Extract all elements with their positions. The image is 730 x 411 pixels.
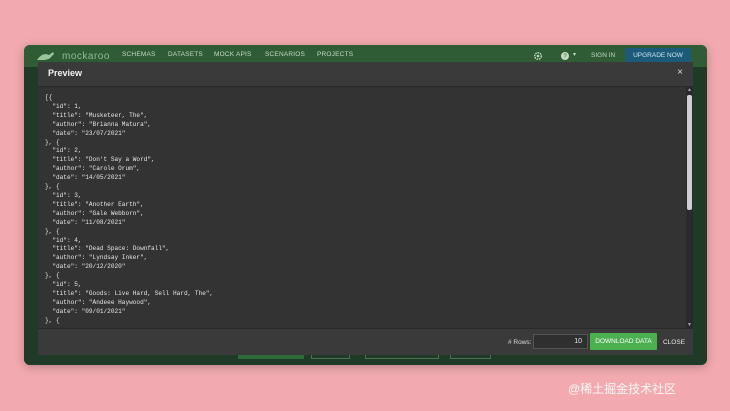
nav-mock-apis[interactable]: MOCK APIS bbox=[214, 51, 252, 58]
watermark: @稀土掘金技术社区 bbox=[568, 380, 676, 397]
help-icon[interactable]: ? bbox=[560, 51, 570, 61]
nav-scenarios[interactable]: SCENARIOS bbox=[265, 51, 305, 58]
nav-schemas[interactable]: SCHEMAS bbox=[122, 51, 156, 58]
json-preview[interactable]: [{ "id": 1, "title": "Musketeer, The", "… bbox=[38, 87, 686, 328]
gear-icon[interactable] bbox=[533, 51, 543, 61]
json-code: [{ "id": 1, "title": "Musketeer, The", "… bbox=[45, 94, 214, 324]
nav-projects[interactable]: PROJECTS bbox=[317, 51, 353, 58]
modal-footer: # Rows: DOWNLOAD DATA CLOSE bbox=[38, 328, 693, 355]
modal-title: Preview bbox=[48, 68, 83, 78]
close-icon[interactable]: × bbox=[674, 66, 686, 78]
close-button[interactable]: CLOSE bbox=[663, 339, 685, 346]
rows-label: # Rows: bbox=[508, 339, 532, 346]
nav-datasets[interactable]: DATASETS bbox=[168, 51, 203, 58]
kangaroo-logo-icon bbox=[37, 52, 54, 60]
chevron-down-icon[interactable]: ▾ bbox=[573, 51, 576, 58]
scroll-up-icon[interactable]: ▲ bbox=[686, 87, 693, 93]
modal-header: Preview × bbox=[38, 62, 693, 87]
scroll-thumb[interactable] bbox=[687, 95, 692, 210]
logo-text: mockaroo bbox=[62, 50, 110, 62]
watermark-text: @稀土掘金技术社区 bbox=[568, 382, 677, 396]
rows-input[interactable] bbox=[533, 334, 588, 349]
sign-in-link[interactable]: SIGN IN bbox=[591, 52, 615, 59]
scrollbar[interactable]: ▲ ▼ bbox=[686, 87, 693, 328]
preview-modal: Preview × [{ "id": 1, "title": "Musketee… bbox=[38, 62, 693, 355]
upgrade-button[interactable]: UPGRADE NOW bbox=[625, 48, 691, 63]
download-data-button[interactable]: DOWNLOAD DATA bbox=[590, 333, 657, 350]
